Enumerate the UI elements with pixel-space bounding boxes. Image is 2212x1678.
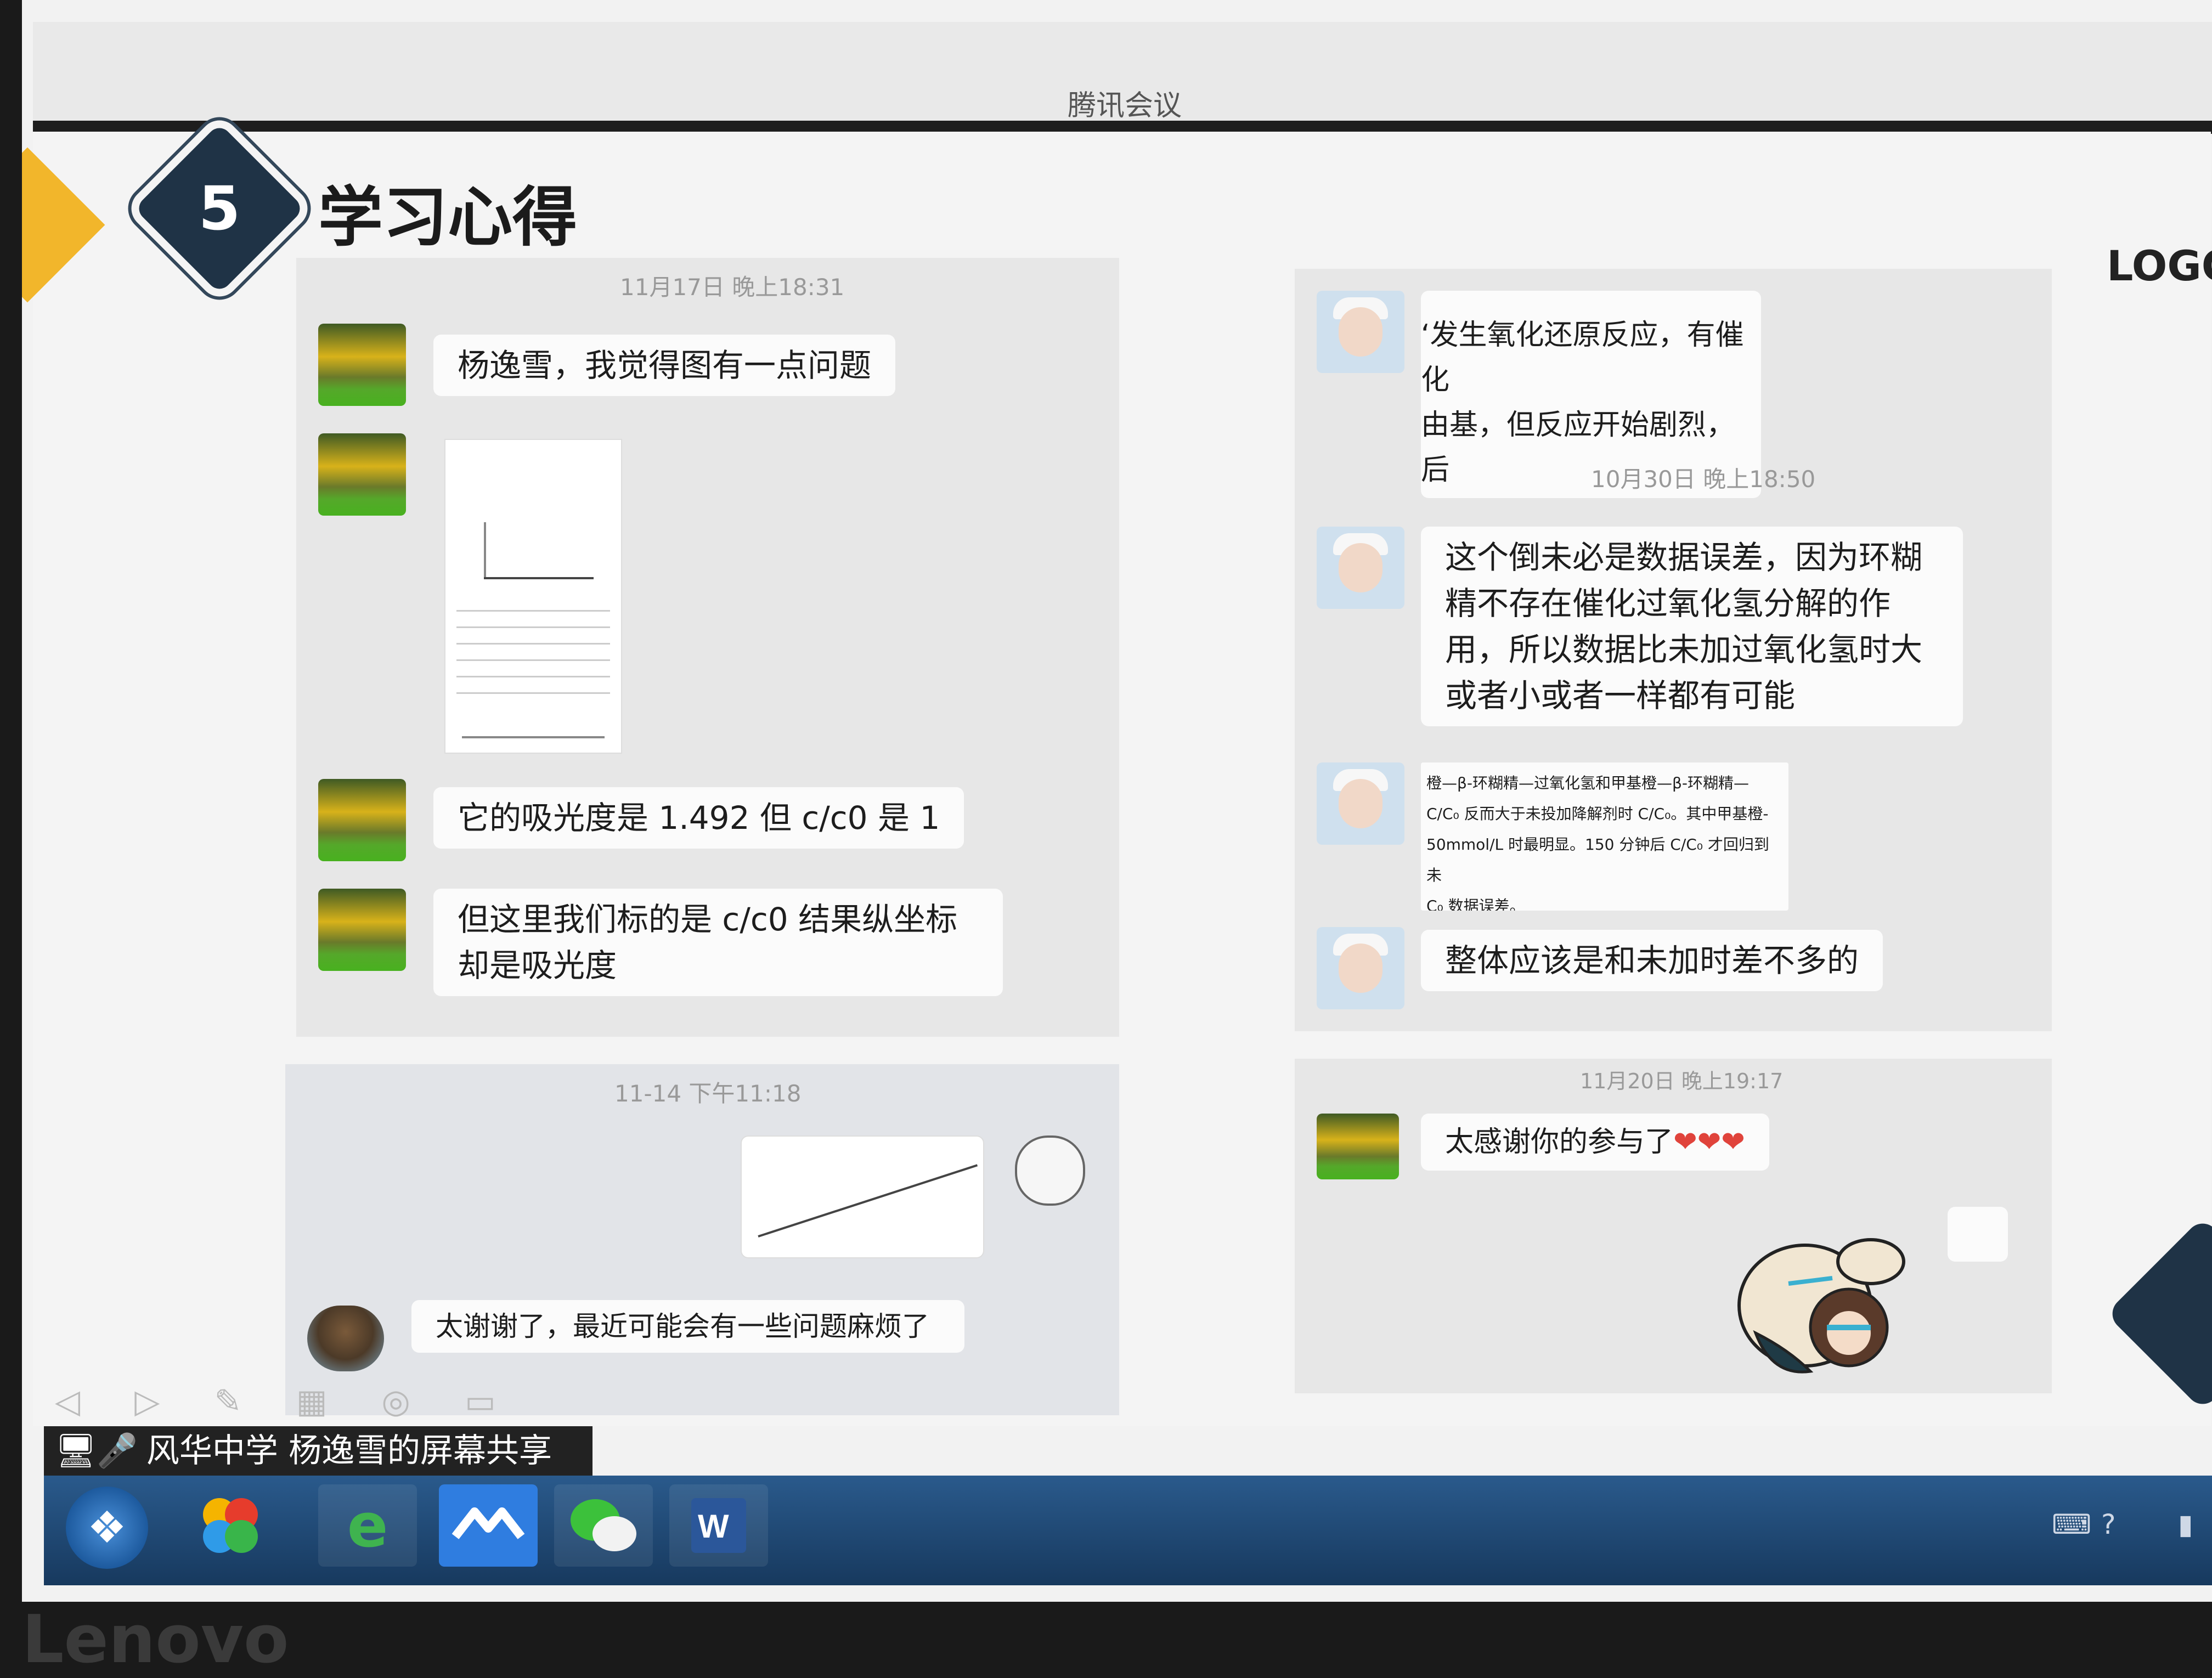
word-icon[interactable]: W	[669, 1484, 768, 1567]
section-number: 5	[198, 173, 241, 244]
doc-line: C/C₀ 反而大于未投加降解剂时 C/C₀。其中甲基橙-	[1426, 805, 1769, 823]
yellow-diamond-decoration	[22, 147, 105, 303]
timestamp: 11-14 下午11:18	[614, 1080, 802, 1107]
avatar	[318, 324, 406, 406]
screen-share-banner: 🖥🎤 风华中学 杨逸雪的屏幕共享	[44, 1426, 592, 1476]
timestamp: 11月20日 晚上19:17	[1580, 1069, 1784, 1093]
slide: 5 学习心得 LOGO 11月17日 晚上18:31 杨逸雪，我觉得图有一点问题	[22, 123, 2212, 1426]
wechat-icon[interactable]	[554, 1484, 653, 1567]
avatar	[1317, 762, 1404, 845]
doc-line: 橙—β-环糊精—过氧化氢和甲基橙—β-环糊精—	[1426, 774, 1749, 792]
avatar	[318, 433, 406, 516]
app-360-icon[interactable]	[181, 1484, 280, 1567]
message-bubble: 但这里我们标的是 c/c0 结果纵坐标却是吸光度	[433, 889, 1003, 996]
doc-line: C₀ 数据误差。	[1426, 897, 1525, 911]
doc-line: 50mmol/L 时最明显。150 分钟后 C/C₀ 才回归到未	[1426, 835, 1769, 884]
battery-icon[interactable]: ▮	[2178, 1508, 2193, 1540]
heart-emoji-icon: ❤❤❤	[1673, 1126, 1745, 1159]
chat-panel-right-bottom: 11月20日 晚上19:17 太感谢你的参与了❤❤❤	[1295, 1059, 2052, 1393]
start-orb-icon[interactable]: ❖	[66, 1487, 148, 1569]
avatar	[1317, 291, 1404, 373]
avatar	[1317, 927, 1404, 1009]
section-title: 学习心得	[318, 179, 578, 255]
image-thumbnail[interactable]	[741, 1135, 984, 1258]
taskbar: ❖ e W ⌨ ? ▮	[44, 1476, 2212, 1585]
message-bubble: 杨逸雪，我觉得图有一点问题	[433, 335, 896, 396]
anime-sticker-icon	[1737, 1238, 1905, 1374]
avatar	[1015, 1135, 1085, 1206]
monitor-brand: Lenovo	[22, 1602, 289, 1678]
corner-diamond-decoration	[2106, 1217, 2212, 1411]
meeting-controls[interactable]: ◁ ▷ ✎ ▦ ◎ ▭	[55, 1382, 518, 1421]
chat-panel-left-top: 11月17日 晚上18:31 杨逸雪，我觉得图有一点问题 它的吸光度是 1.49…	[296, 258, 1119, 1037]
logo: LOGO	[2107, 241, 2212, 290]
keyboard-icon[interactable]: ⌨	[2052, 1508, 2091, 1540]
svg-text:W: W	[698, 1508, 729, 1545]
tencent-meeting-icon[interactable]	[439, 1484, 538, 1567]
share-status-icon: 🖥🎤	[55, 1432, 138, 1470]
document-snippet[interactable]: 橙—β-环糊精—过氧化氢和甲基橙—β-环糊精— C/C₀ 反而大于未投加降解剂时…	[1421, 762, 1788, 911]
title-bar: 腾讯会议	[33, 22, 2212, 134]
message-bubble: 太感谢你的参与了❤❤❤	[1421, 1114, 1769, 1171]
timestamp: 10月30日 晚上18:50	[1591, 466, 1816, 493]
message-bubble: 它的吸光度是 1.492 但 c/c0 是 1	[433, 787, 964, 849]
screen: 腾讯会议 5 学习心得 LOGO 11月17日 晚上18:31 杨逸雪，我觉得图…	[22, 0, 2212, 1602]
timestamp: 11月17日 晚上18:31	[620, 274, 845, 301]
empty-bubble	[1948, 1207, 2008, 1262]
avatar	[307, 1306, 384, 1371]
avatar	[1317, 1114, 1399, 1179]
message-bubble: 整体应该是和未加时差不多的	[1421, 930, 1883, 991]
message-text: 太感谢你的参与了	[1445, 1126, 1674, 1159]
avatar	[318, 889, 406, 971]
message-bubble: 这个倒未必是数据误差，因为环糊精不存在催化过氧化氢分解的作用，所以数据比未加过氧…	[1421, 527, 1963, 726]
message-bubble: 太谢谢了，最近可能会有一些问题麻烦了	[411, 1300, 964, 1353]
screen-share-label: 风华中学 杨逸雪的屏幕共享	[146, 1432, 552, 1470]
chat-panel-left-bottom: 11-14 下午11:18 太谢谢了，最近可能会有一些问题麻烦了	[285, 1064, 1119, 1415]
avatar	[1317, 527, 1404, 609]
help-icon[interactable]: ?	[2101, 1508, 2116, 1540]
image-thumbnail[interactable]	[444, 439, 622, 754]
window-title: 腾讯会议	[1067, 89, 1182, 122]
chat-panel-right-top: ‘发生氧化还原反应，有催化 由基，但反应开始剧烈，后 10月30日 晚上18:5…	[1295, 269, 2052, 1031]
avatar	[318, 779, 406, 861]
ie-browser-icon[interactable]: e	[318, 1484, 417, 1567]
partial-line: ‘发生氧化还原反应，有催化	[1421, 319, 1744, 397]
